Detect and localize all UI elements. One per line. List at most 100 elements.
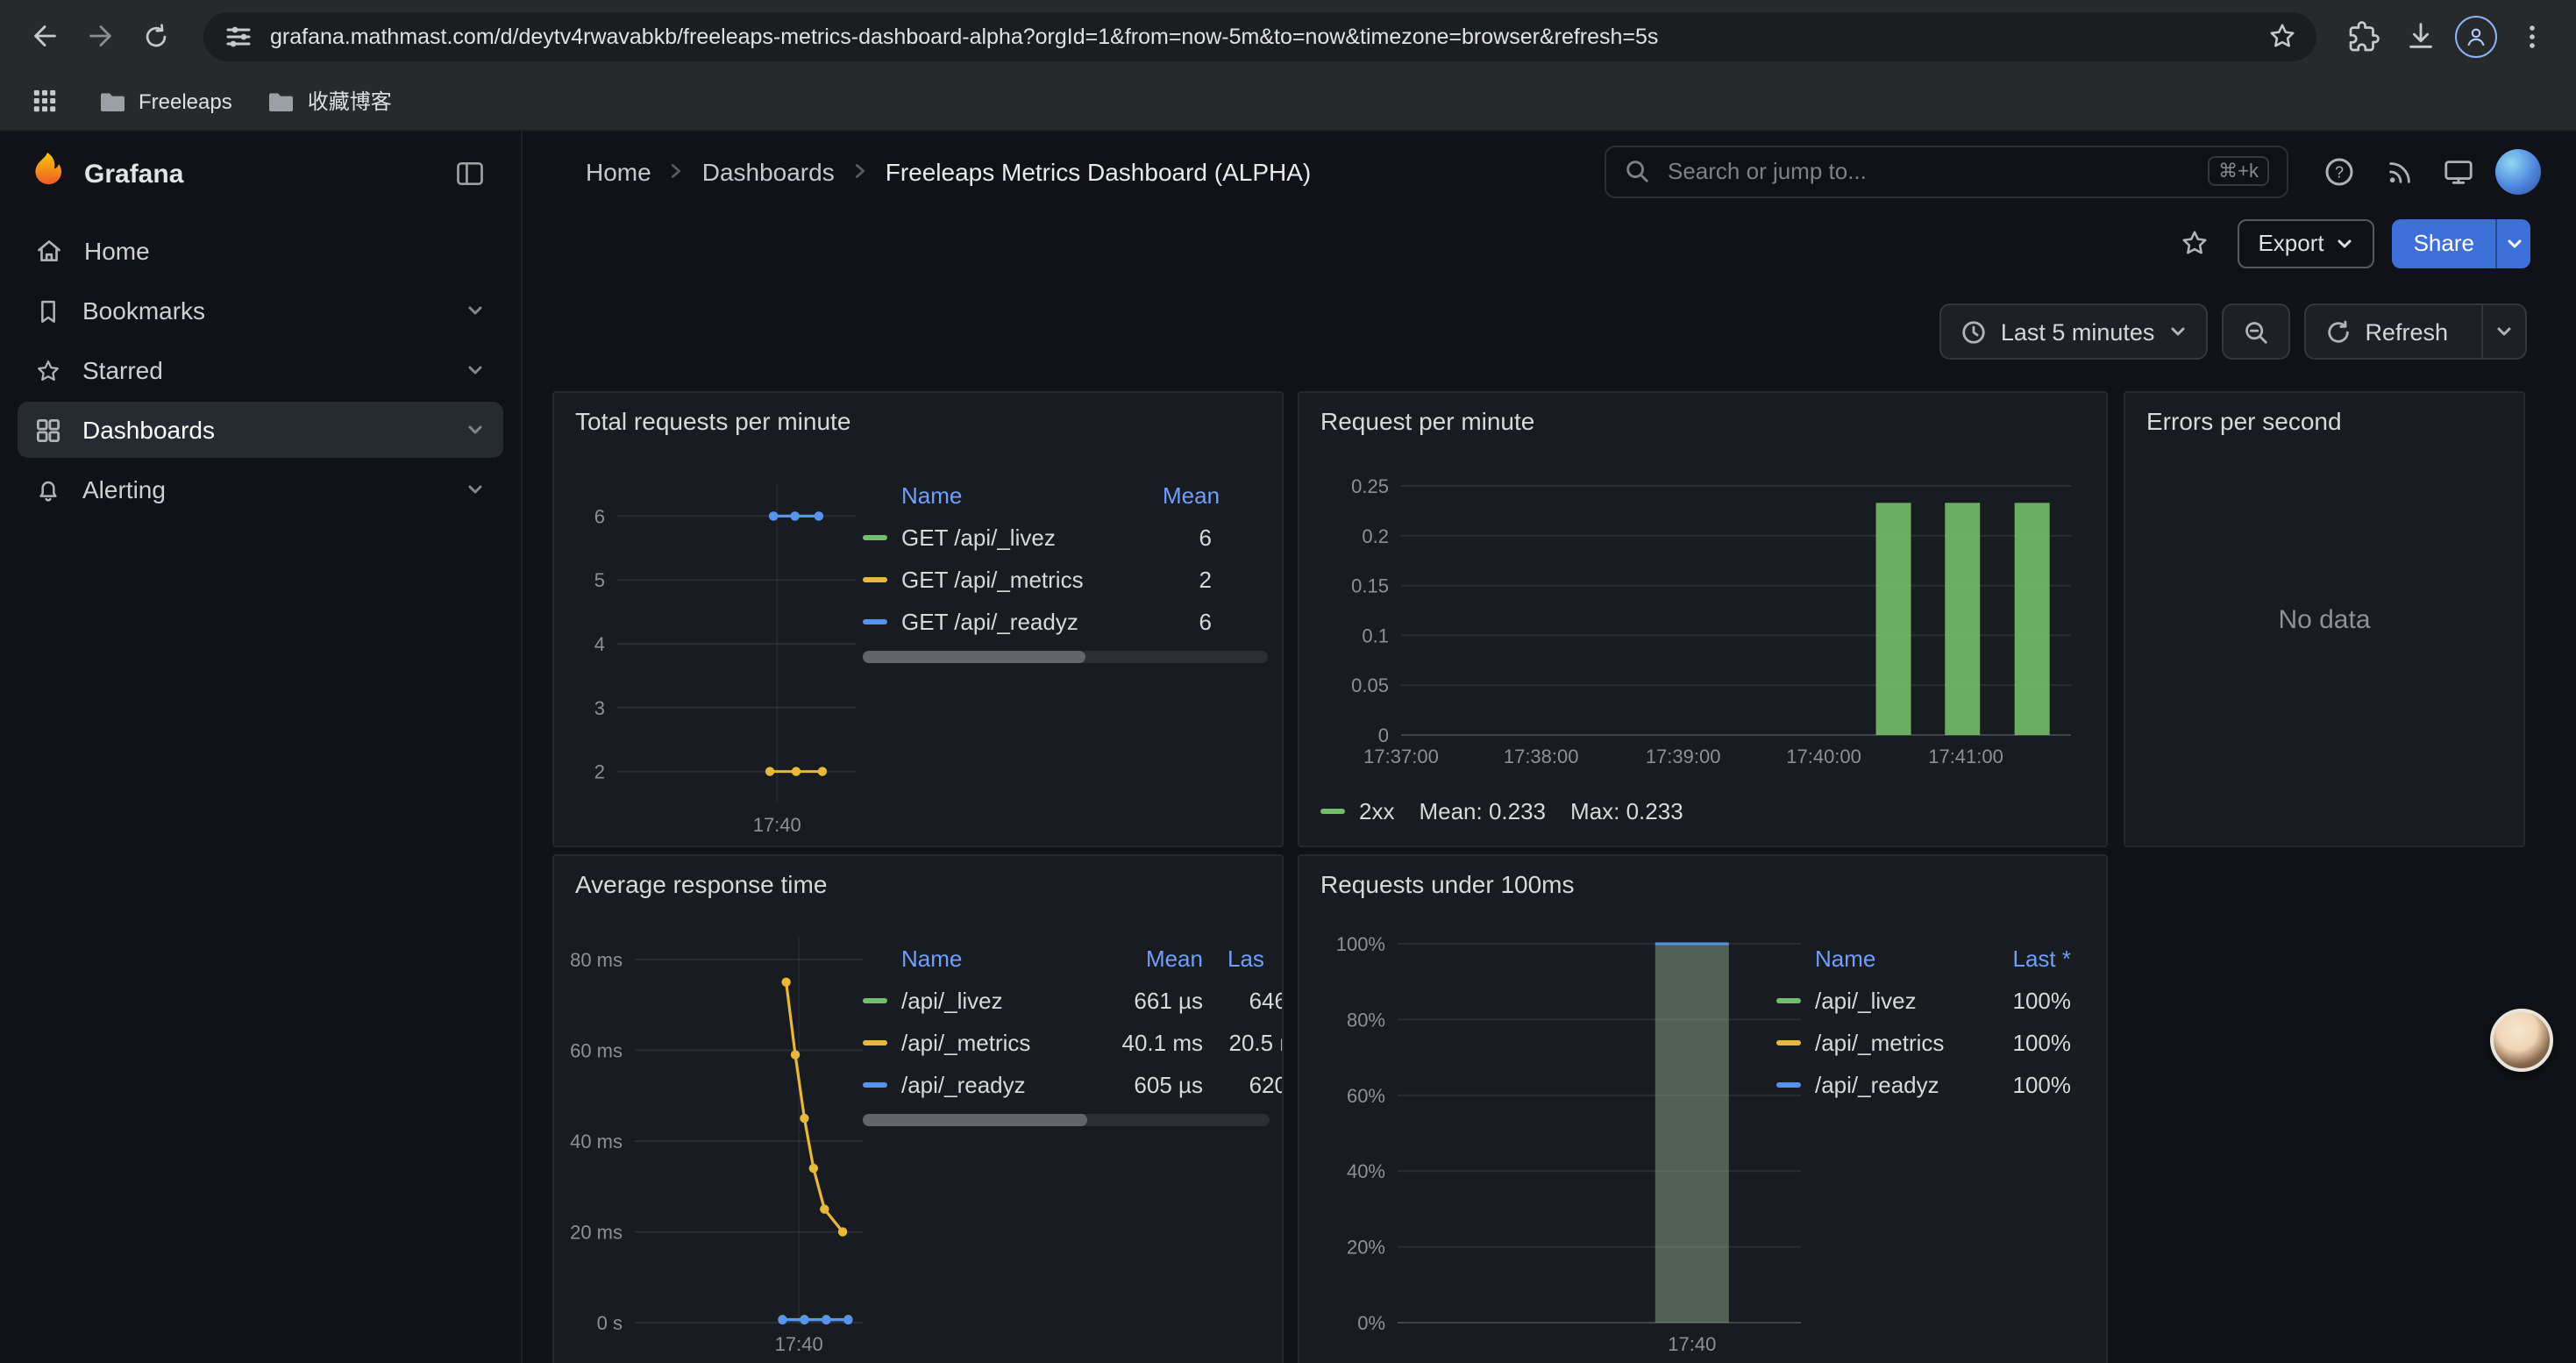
time-range-picker[interactable]: Last 5 minutes: [1939, 303, 2208, 360]
zoom-out-button[interactable]: [2221, 303, 2289, 360]
chevron-down-icon[interactable]: [465, 419, 486, 440]
panel-requests-under-100ms: Requests under 100ms 0%20%40%60%80%100%1…: [1298, 854, 2108, 1363]
extensions-icon[interactable]: [2338, 10, 2390, 62]
legend-item[interactable]: 2xx: [1320, 798, 1394, 824]
back-icon[interactable]: [18, 10, 70, 62]
bookmark-folder-freeleaps[interactable]: Freeleaps: [98, 87, 232, 115]
legend-scrollbar[interactable]: [863, 651, 1268, 663]
series-name[interactable]: /api/_livez: [1815, 987, 1973, 1013]
panel-title[interactable]: Average response time: [575, 870, 827, 898]
legend-row[interactable]: GET /api/_readyz 6: [863, 600, 1268, 642]
legend-row[interactable]: /api/_metrics 40.1 ms 20.5 r: [863, 1021, 1284, 1063]
series-name[interactable]: 2xx: [1359, 798, 1394, 824]
share-label: Share: [2414, 230, 2474, 256]
news-rss-icon[interactable]: [2373, 145, 2425, 197]
legend-header-last[interactable]: Las: [1203, 945, 1284, 971]
refresh-interval-button[interactable]: [2481, 305, 2525, 358]
browser-profile-avatar[interactable]: [2450, 10, 2502, 62]
share-button[interactable]: Share: [2393, 218, 2495, 268]
breadcrumb-current: Freeleaps Metrics Dashboard (ALPHA): [886, 157, 1312, 185]
refresh-button[interactable]: Refresh: [2305, 305, 2467, 358]
bookmark-star-icon[interactable]: [2264, 18, 2299, 54]
series-name[interactable]: GET /api/_livez: [901, 524, 1163, 550]
search-box[interactable]: ⌘+k: [1605, 145, 2288, 197]
url-bar[interactable]: grafana.mathmast.com/d/deytv4rwavabkb/fr…: [203, 11, 2316, 61]
series-name[interactable]: /api/_readyz: [1815, 1071, 1973, 1097]
panel-title[interactable]: Requests under 100ms: [1320, 870, 1575, 898]
downloads-icon[interactable]: [2394, 10, 2446, 62]
forward-icon[interactable]: [74, 10, 126, 62]
legend-scrollbar[interactable]: [863, 1114, 1270, 1126]
legend-header-last[interactable]: Last *: [1973, 945, 2071, 971]
legend-row[interactable]: GET /api/_livez 6: [863, 516, 1268, 558]
breadcrumb-home[interactable]: Home: [586, 157, 651, 185]
total-requests-chart[interactable]: 2345617:40: [565, 463, 891, 838]
legend-bottom: 2xx Mean: 0.233 Max: 0.233: [1320, 798, 1683, 824]
assistant-avatar[interactable]: [2490, 1009, 2553, 1072]
grafana-logo[interactable]: [28, 150, 67, 197]
sidebar-item-bookmarks[interactable]: Bookmarks: [18, 282, 503, 339]
legend-row[interactable]: /api/_readyz 100%: [1776, 1063, 2071, 1105]
series-color-indicator: [1776, 997, 1801, 1003]
dashboard-actions-bar: Export Share: [523, 211, 2576, 275]
bookmark-label: 收藏博客: [308, 86, 392, 116]
legend-row[interactable]: GET /api/_metrics 2: [863, 558, 1268, 600]
svg-text:17:38:00: 17:38:00: [1504, 746, 1579, 767]
series-name[interactable]: /api/_metrics: [1815, 1029, 1973, 1055]
chevron-down-icon[interactable]: [465, 360, 486, 381]
legend-row[interactable]: /api/_metrics 100%: [1776, 1021, 2071, 1063]
series-name[interactable]: GET /api/_metrics: [901, 566, 1163, 592]
sidebar-item-starred[interactable]: Starred: [18, 342, 503, 398]
series-color-indicator: [1320, 809, 1345, 814]
url-text[interactable]: grafana.mathmast.com/d/deytv4rwavabkb/fr…: [270, 24, 2250, 48]
bookmark-folder-blog[interactable]: 收藏博客: [267, 86, 392, 116]
sidebar-collapse-icon[interactable]: [447, 151, 493, 196]
svg-text:0%: 0%: [1357, 1312, 1385, 1334]
panel-title[interactable]: Total requests per minute: [575, 407, 850, 435]
sidebar-item-dashboards[interactable]: Dashboards: [18, 402, 503, 458]
series-name[interactable]: GET /api/_readyz: [901, 608, 1163, 634]
sidebar-item-alerting[interactable]: Alerting: [18, 461, 503, 517]
legend-row[interactable]: /api/_livez 100%: [1776, 979, 2071, 1021]
legend-header-mean[interactable]: Mean: [1163, 482, 1268, 508]
user-avatar[interactable]: [2492, 145, 2544, 197]
grafana-brand[interactable]: Grafana: [84, 159, 183, 189]
reload-icon[interactable]: [130, 10, 182, 62]
legend-row[interactable]: /api/_readyz 605 µs 620: [863, 1063, 1284, 1105]
share-menu-button[interactable]: [2495, 218, 2530, 268]
apps-grid-icon[interactable]: [25, 82, 63, 120]
legend-header-name[interactable]: Name: [901, 482, 1163, 508]
chevron-down-icon[interactable]: [465, 479, 486, 500]
breadcrumb-dashboards[interactable]: Dashboards: [702, 157, 835, 185]
average-response-time-chart[interactable]: 0 s20 ms40 ms60 ms80 ms17:40: [565, 919, 891, 1363]
series-color-indicator: [863, 1039, 887, 1045]
series-name[interactable]: /api/_readyz: [901, 1071, 1091, 1097]
zoom-out-icon: [2242, 318, 2268, 345]
legend-table: Name Mean GET /api/_livez 6 GET /api/_me…: [863, 474, 1268, 663]
panel-title[interactable]: Request per minute: [1320, 407, 1534, 435]
help-icon[interactable]: ?: [2313, 145, 2366, 197]
folder-icon: [267, 87, 295, 115]
legend-table: Name Mean Las /api/_livez 661 µs 646: [863, 937, 1284, 1126]
sidebar-item-home[interactable]: Home: [18, 223, 503, 279]
requests-under-100ms-chart[interactable]: 0%20%40%60%80%100%17:40: [1310, 919, 1818, 1363]
series-name[interactable]: /api/_metrics: [901, 1029, 1091, 1055]
panel-title[interactable]: Errors per second: [2146, 407, 2342, 435]
series-name[interactable]: /api/_livez: [901, 987, 1091, 1013]
series-last: 100%: [1973, 987, 2071, 1013]
monitor-icon[interactable]: [2432, 145, 2485, 197]
search-input[interactable]: [1664, 156, 2194, 186]
favorite-star-icon[interactable]: [2170, 218, 2219, 268]
chevron-down-icon: [2505, 234, 2523, 252]
chevron-down-icon[interactable]: [465, 300, 486, 321]
site-settings-icon[interactable]: [221, 18, 256, 54]
legend-header-name[interactable]: Name: [901, 945, 1091, 971]
request-per-minute-chart[interactable]: 00.050.10.150.20.2517:37:0017:38:0017:39…: [1310, 456, 2099, 789]
export-button[interactable]: Export: [2237, 218, 2374, 268]
legend-header-mean[interactable]: Mean: [1091, 945, 1203, 971]
series-max-stat: Max: 0.233: [1570, 798, 1683, 824]
svg-text:17:40:00: 17:40:00: [1786, 746, 1861, 767]
legend-row[interactable]: /api/_livez 661 µs 646: [863, 979, 1284, 1021]
browser-menu-icon[interactable]: [2506, 10, 2558, 62]
legend-header-name[interactable]: Name: [1815, 945, 1973, 971]
